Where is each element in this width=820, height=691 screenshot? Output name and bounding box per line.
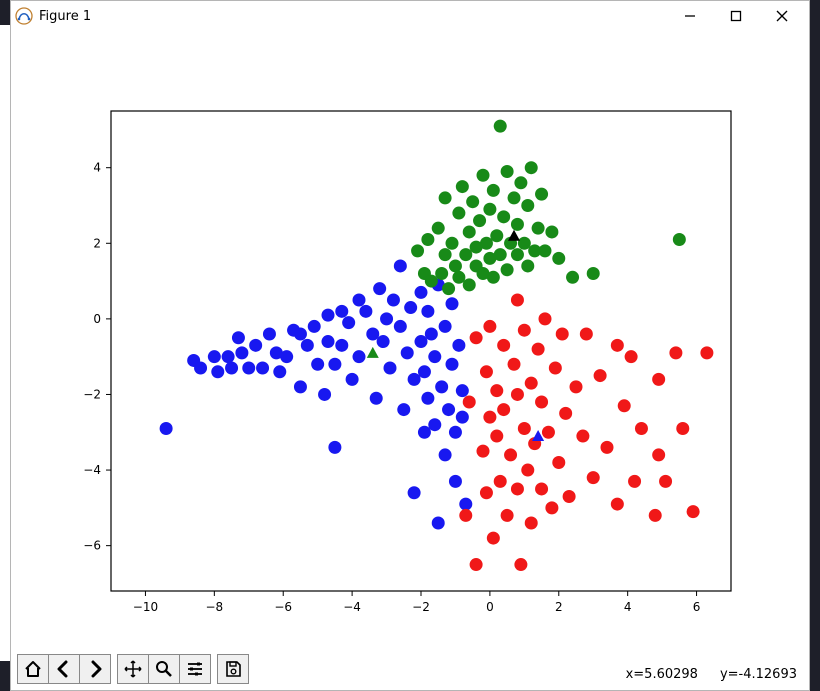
minimize-button[interactable]: [667, 1, 713, 31]
cursor-coords: x=5.60298 y=-4.12693: [626, 667, 797, 682]
window-title: Figure 1: [39, 9, 91, 24]
svg-text:4: 4: [93, 161, 101, 175]
configure-button[interactable]: [180, 655, 210, 683]
svg-text:−8: −8: [205, 600, 223, 614]
nav-toolbar: [17, 654, 249, 684]
svg-text:2: 2: [93, 236, 101, 250]
plot-canvas[interactable]: −10 −8 −6 −4 −2 0 2 4 6 −6 −4 −2 0 2 4: [11, 31, 809, 650]
app-icon: [15, 7, 33, 25]
save-button[interactable]: [218, 655, 248, 683]
svg-text:−2: −2: [83, 387, 101, 401]
coord-y: y=-4.12693: [720, 667, 797, 682]
zoom-button[interactable]: [149, 655, 180, 683]
svg-text:−10: −10: [133, 600, 158, 614]
axes-frame: [111, 111, 731, 591]
svg-text:0: 0: [93, 312, 101, 326]
svg-text:0: 0: [486, 600, 494, 614]
home-button[interactable]: [18, 655, 49, 683]
figure-window: Figure 1 −10 −8 −6 −4 −2 0 2 4 6 −6 −4 −2 0 2 4: [10, 0, 810, 691]
svg-text:−4: −4: [83, 463, 101, 477]
svg-text:6: 6: [693, 600, 701, 614]
svg-text:−4: −4: [343, 600, 361, 614]
svg-text:2: 2: [555, 600, 563, 614]
svg-text:−6: −6: [274, 600, 292, 614]
back-button[interactable]: [49, 655, 80, 683]
maximize-button[interactable]: [713, 1, 759, 31]
pan-button[interactable]: [118, 655, 149, 683]
title-bar: Figure 1: [11, 1, 809, 31]
forward-button[interactable]: [80, 655, 110, 683]
close-button[interactable]: [759, 1, 805, 31]
svg-text:−6: −6: [83, 539, 101, 553]
coord-x: x=5.60298: [626, 667, 698, 682]
svg-text:4: 4: [624, 600, 632, 614]
svg-text:−2: −2: [412, 600, 430, 614]
